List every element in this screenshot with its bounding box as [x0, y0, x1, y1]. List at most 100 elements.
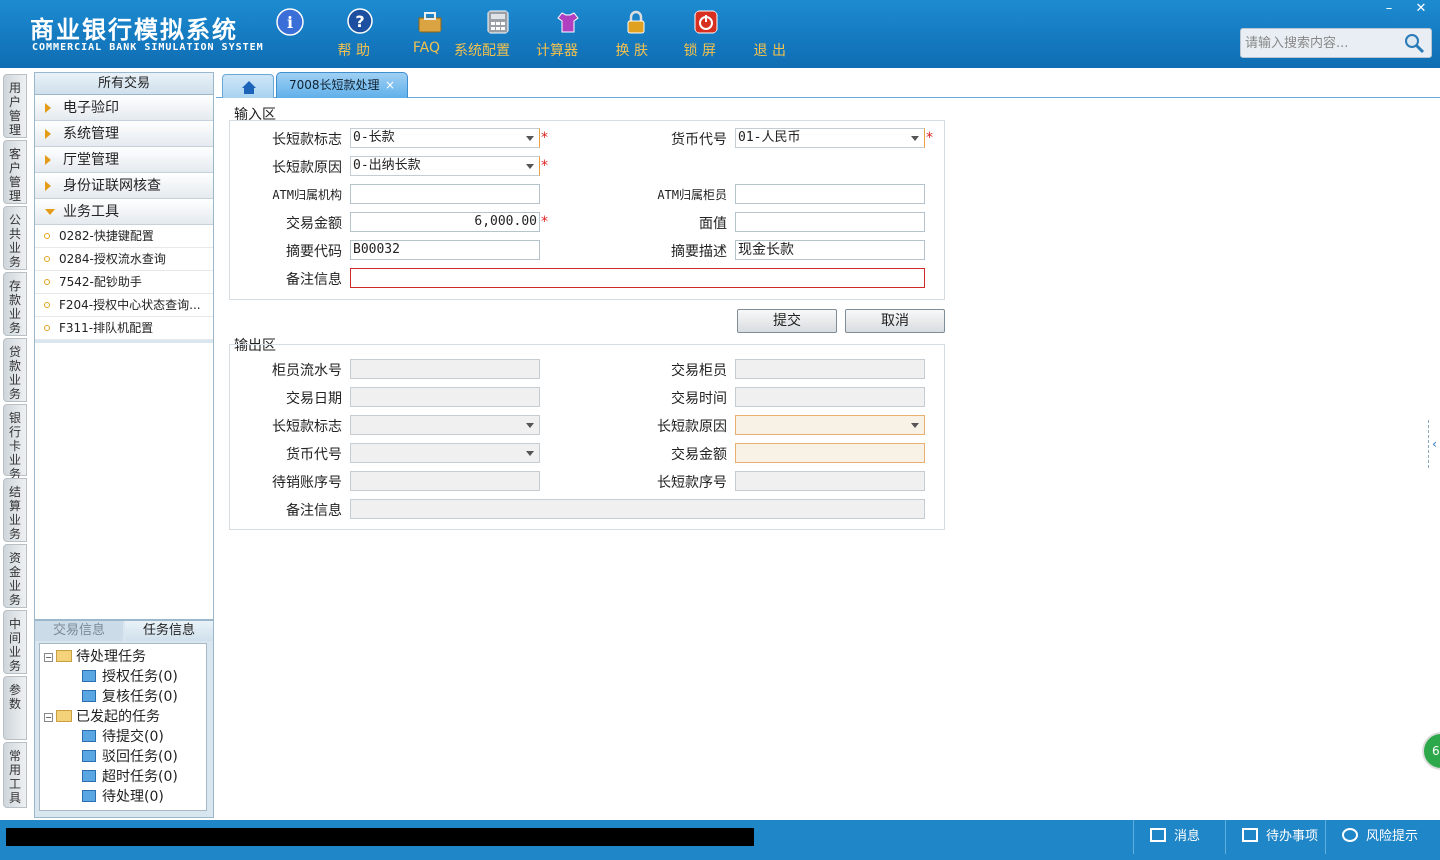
out-amount-label: 交易金额 — [671, 447, 727, 463]
summary-desc-label: 摘要描述 — [671, 244, 727, 260]
nav-loan-business[interactable]: 贷款业务 — [3, 338, 27, 402]
tree-leaf[interactable]: F311-排队机配置 — [35, 317, 213, 340]
tree-category-system[interactable]: 系统管理 — [35, 121, 213, 147]
required-mark: * — [541, 158, 548, 174]
tree-category-lobby[interactable]: 厅堂管理 — [35, 147, 213, 173]
panel-expand-handle[interactable]: ‹ — [1428, 420, 1440, 468]
close-window-button[interactable]: ✕ — [1406, 0, 1436, 18]
faq-icon: ? — [347, 8, 373, 34]
nav-user-management[interactable]: 用户管理 — [3, 74, 27, 138]
power-icon — [694, 10, 718, 34]
nav-bank-card-business[interactable]: 银行卡业务 — [3, 404, 27, 481]
task-icon — [82, 730, 96, 742]
collapse-icon[interactable]: − — [44, 653, 53, 662]
tree-leaf[interactable]: F204-授权中心状态查询... — [35, 294, 213, 317]
system-config-button[interactable]: 系统配置 — [400, 8, 510, 59]
task-node-to-submit[interactable]: 待提交(0) — [82, 726, 164, 746]
status-message-bar — [6, 828, 754, 846]
remark-label: 备注信息 — [286, 272, 342, 288]
app-title: 商业银行模拟系统 — [30, 16, 238, 44]
risk-alert-button[interactable]: 风险提示 — [1325, 820, 1440, 854]
amount-input[interactable]: 6,000.00 — [350, 212, 540, 232]
cancel-button[interactable]: 取消 — [845, 309, 945, 333]
tab-transaction-info[interactable]: 交易信息 — [35, 621, 123, 641]
summary-desc-input[interactable]: 现金长款 — [735, 240, 925, 260]
atm-teller-label: ATM归属柜员 — [657, 188, 727, 202]
reason-select[interactable]: 0-出纳长款 — [350, 156, 540, 176]
tree-leaf[interactable]: 7542-配钞助手 — [35, 271, 213, 294]
task-node-auth[interactable]: 授权任务(0) — [82, 666, 178, 686]
calculator-button[interactable]: 计算器 — [468, 8, 578, 59]
nav-customer-management[interactable]: 客户管理 — [3, 140, 27, 204]
trade-date-output — [350, 387, 540, 407]
help-icon: i — [276, 8, 304, 36]
bullet-icon — [44, 325, 50, 331]
exit-button[interactable]: 退 出 — [676, 8, 786, 59]
atm-teller-input[interactable] — [735, 184, 925, 204]
amount-label: 交易金额 — [286, 216, 342, 232]
collapse-icon[interactable]: − — [44, 713, 53, 722]
app-header: 商业银行模拟系统 COMMERCIAL BANK SIMULATION SYST… — [0, 0, 1440, 68]
nav-parameters[interactable]: 参数 — [3, 676, 27, 740]
search-icon[interactable] — [1403, 32, 1425, 54]
message-button[interactable]: 消息 — [1133, 820, 1225, 854]
tab-7008-long-short[interactable]: 7008长短款处理 × — [276, 72, 408, 98]
task-icon — [82, 670, 96, 682]
nav-common-tools[interactable]: 常用工具 — [3, 742, 27, 808]
task-node-initiated[interactable]: − 已发起的任务 — [44, 706, 160, 726]
svg-text:?: ? — [355, 12, 364, 31]
todo-button[interactable]: 待办事项 — [1225, 820, 1325, 854]
task-node-review[interactable]: 复核任务(0) — [82, 686, 178, 706]
face-value-input[interactable] — [735, 212, 925, 232]
tree-category-id-check[interactable]: 身份证联网核查 — [35, 173, 213, 199]
task-panel: 交易信息 任务信息 − 待处理任务 授权任务(0) 复核任务(0) − 已发起的任务… — [34, 620, 214, 818]
remark-input[interactable] — [350, 268, 925, 288]
task-tree: − 待处理任务 授权任务(0) 复核任务(0) − 已发起的任务 待提交(0) 驳回… — [39, 643, 207, 811]
tree-category-tools[interactable]: 业务工具 — [35, 199, 213, 225]
home-icon — [242, 81, 256, 94]
currency-select[interactable]: 01-人民币 — [735, 128, 925, 148]
tree-leaf[interactable]: 0284-授权流水查询 — [35, 248, 213, 271]
nav-public-business[interactable]: 公共业务 — [3, 206, 27, 270]
task-icon — [82, 770, 96, 782]
help-button[interactable]: i 帮 助 — [260, 8, 370, 59]
submit-button[interactable]: 提交 — [737, 309, 837, 333]
required-mark: * — [541, 130, 548, 146]
nav-deposit-business[interactable]: 存款业务 — [3, 272, 27, 336]
trade-time-output — [735, 387, 925, 407]
out-reason-label: 长短款原因 — [657, 419, 727, 435]
nav-intermediate-business[interactable]: 中间业务 — [3, 610, 27, 674]
tab-bar: 7008长短款处理 × — [216, 72, 1440, 98]
task-node-to-process[interactable]: 待处理(0) — [82, 786, 164, 806]
floating-badge[interactable]: 68 — [1422, 732, 1440, 770]
task-node-rejected[interactable]: 驳回任务(0) — [82, 746, 178, 766]
required-mark: * — [541, 214, 548, 230]
task-node-timeout[interactable]: 超时任务(0) — [82, 766, 178, 786]
tab-close-icon[interactable]: × — [385, 73, 395, 97]
status-bar: 消息 待办事项 风险提示 — [0, 820, 1440, 860]
summary-code-input[interactable]: B00032 — [350, 240, 540, 260]
skin-button[interactable]: 换 肤 — [538, 8, 648, 59]
long-short-no-label: 长短款序号 — [657, 475, 727, 491]
task-icon — [82, 750, 96, 762]
tree-leaf[interactable]: 0282-快捷键配置 — [35, 225, 213, 248]
tab-home[interactable] — [222, 74, 274, 98]
search-input[interactable] — [1245, 33, 1405, 53]
atm-org-input[interactable] — [350, 184, 540, 204]
task-node-pending[interactable]: − 待处理任务 — [44, 646, 146, 666]
vertical-module-nav: 用户管理 客户管理 公共业务 存款业务 贷款业务 银行卡业务 结算业务 资金业务… — [0, 68, 30, 820]
nav-settlement-business[interactable]: 结算业务 — [3, 478, 27, 542]
faq-button[interactable]: ? FAQ — [330, 8, 440, 56]
skin-shirt-icon — [557, 12, 579, 33]
settings-toolbox-icon — [418, 12, 442, 33]
pending-no-output — [350, 471, 540, 491]
atm-org-label: ATM归属机构 — [272, 188, 342, 202]
bullet-icon — [44, 302, 50, 308]
tab-task-info[interactable]: 任务信息 — [125, 621, 213, 641]
long-short-flag-select[interactable]: 0-长款 — [350, 128, 540, 148]
out-reason-select — [735, 415, 925, 435]
minimize-button[interactable]: – — [1374, 0, 1404, 18]
tree-category-e-seal[interactable]: 电子验印 — [35, 95, 213, 121]
nav-fund-business[interactable]: 资金业务 — [3, 544, 27, 608]
lock-screen-button[interactable]: 锁 屏 — [606, 8, 716, 59]
